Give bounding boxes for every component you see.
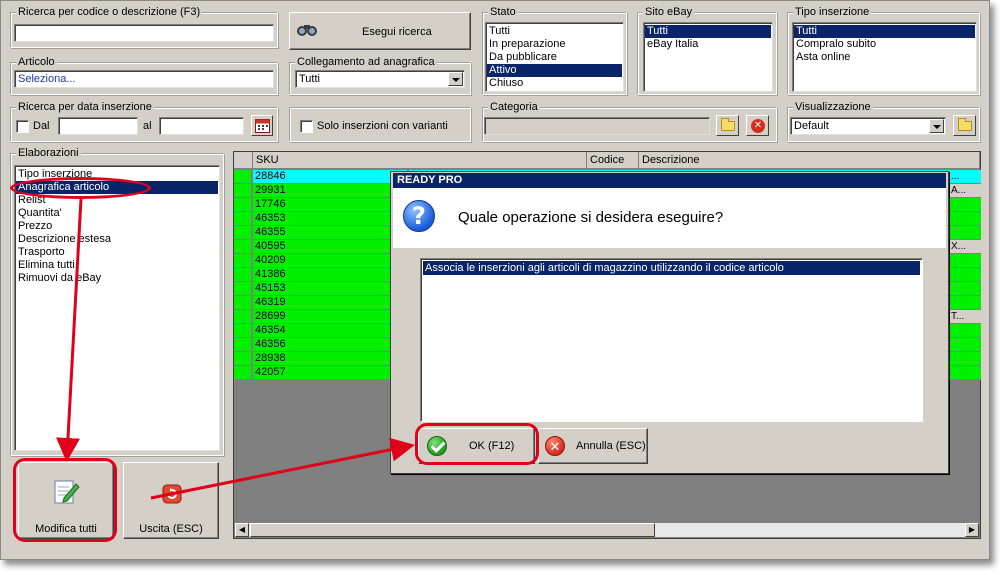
- app-window: Ricerca per codice o descrizione (F3) Es…: [0, 0, 990, 560]
- annotation-arrows: [55, 198, 415, 500]
- annotation-arrow-right: [150, 437, 415, 500]
- annotation-arrow-down: [55, 198, 83, 462]
